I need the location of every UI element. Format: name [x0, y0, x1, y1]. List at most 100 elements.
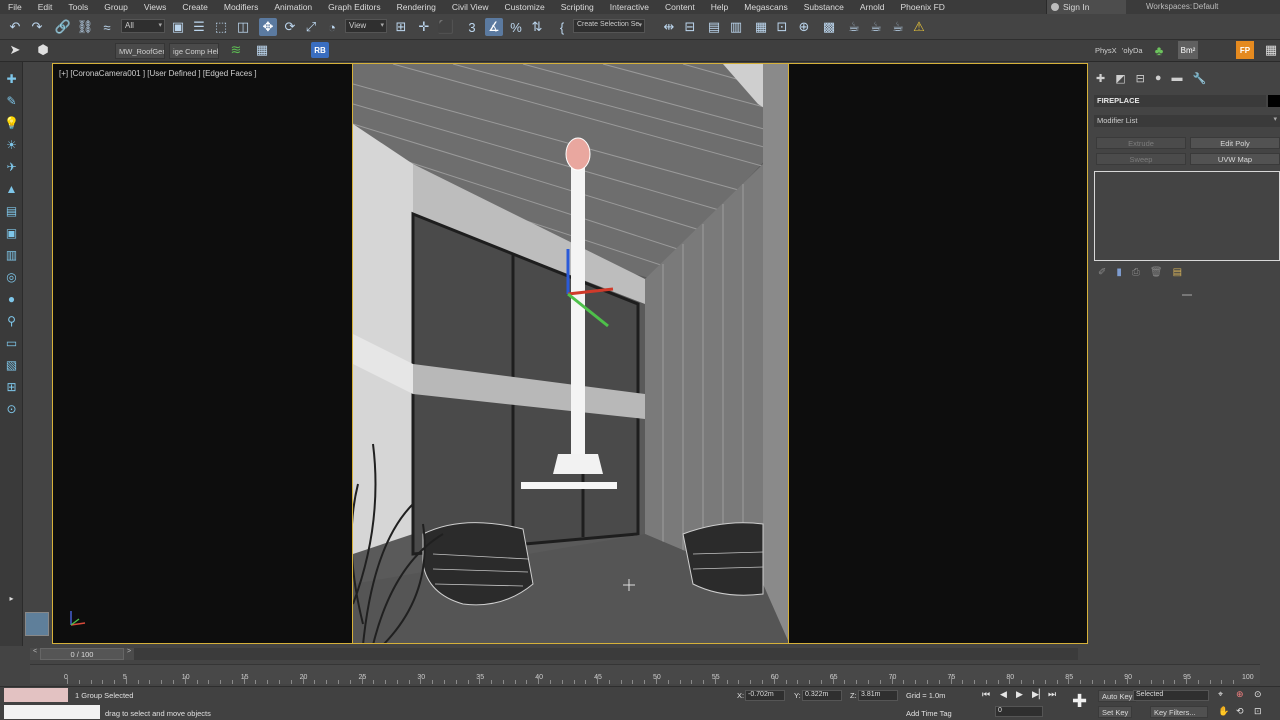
select-tool-icon[interactable]: ➤ — [6, 41, 24, 59]
sweep-button[interactable]: Sweep — [1096, 153, 1186, 165]
motion-tab-icon[interactable]: ● — [1155, 72, 1162, 84]
set-key-plus-icon[interactable]: ✚ — [1072, 691, 1087, 712]
render-setup-icon[interactable]: ▩ — [820, 18, 838, 36]
toggle-ribbon-icon[interactable]: ▥ — [727, 18, 745, 36]
configure-sets-icon[interactable]: ▤ — [1173, 267, 1182, 281]
render-iterative-icon[interactable]: ☕ — [889, 18, 907, 36]
physx-button[interactable]: PhysX — [1092, 43, 1118, 59]
menu-tools[interactable]: Tools — [60, 2, 96, 12]
modifier-list-dropdown[interactable]: Modifier List — [1094, 115, 1280, 127]
paint-icon[interactable]: ✎ — [3, 92, 20, 109]
sphere-icon[interactable]: ● — [3, 290, 20, 307]
layers-icon[interactable]: ≋ — [227, 41, 245, 59]
menu-help[interactable]: Help — [703, 2, 736, 12]
schematic-view-icon[interactable]: ⊡ — [773, 18, 791, 36]
menu-megascans[interactable]: Megascans — [736, 2, 795, 12]
pan-icon[interactable]: ✋ — [1218, 706, 1229, 717]
snaps-toggle-icon[interactable]: 3 — [463, 18, 481, 36]
edit-named-selection-icon[interactable]: { — [553, 18, 571, 36]
viewport-layout-button[interactable] — [25, 612, 49, 636]
menu-create[interactable]: Create — [174, 2, 216, 12]
create-icon[interactable]: ✚ — [3, 70, 20, 87]
menu-file[interactable]: File — [0, 2, 30, 12]
viewport[interactable]: [+] [CoronaCamera001 ] [User Defined ] [… — [52, 63, 1088, 644]
edit-poly-button[interactable]: Edit Poly — [1190, 137, 1280, 149]
add-time-tag[interactable]: Add Time Tag — [906, 709, 952, 718]
layout-icon[interactable]: ⊞ — [3, 378, 20, 395]
align-icon[interactable]: ⊟ — [681, 18, 699, 36]
hierarchy-tab-icon[interactable]: ⊟ — [1136, 72, 1145, 85]
tab-mw-roofgen[interactable]: MW_RoofGen — [115, 43, 165, 59]
modify-tab-icon[interactable]: ◩ — [1115, 72, 1125, 85]
go-to-start-icon[interactable]: ⏮ — [982, 689, 990, 700]
select-scale-icon[interactable]: ⤢ — [302, 18, 320, 36]
menu-content[interactable]: Content — [657, 2, 703, 12]
unlink-icon[interactable]: ⛓ — [76, 18, 94, 36]
fp-button[interactable]: FP — [1236, 41, 1254, 59]
rb-badge[interactable]: RB — [311, 42, 329, 58]
place-icon[interactable]: ◔ — [323, 18, 341, 36]
make-unique-icon[interactable]: ⎙ — [1132, 267, 1140, 281]
menu-modifiers[interactable]: Modifiers — [216, 2, 266, 12]
menu-scripting[interactable]: Scripting — [553, 2, 602, 12]
object-color-swatch[interactable] — [1268, 95, 1280, 107]
auto-key-button[interactable]: Auto Key — [1098, 690, 1137, 702]
key-filters-button[interactable]: Key Filters... — [1150, 706, 1208, 718]
object-name-field[interactable]: FIREPLACE — [1094, 95, 1266, 107]
go-to-end-icon[interactable]: ⏭ — [1048, 689, 1056, 700]
mirror-icon[interactable]: ⇹ — [660, 18, 678, 36]
material-editor-icon[interactable]: ⊕ — [795, 18, 813, 36]
menu-group[interactable]: Group — [96, 2, 136, 12]
key-mode-dropdown[interactable]: Selected — [1133, 690, 1209, 701]
frame-icon[interactable]: ▭ — [3, 334, 20, 351]
named-selection-dropdown[interactable]: Create Selection Se — [573, 19, 645, 33]
next-frame-icon[interactable]: ▶▏ — [1032, 689, 1046, 700]
keyboard-shortcut-icon[interactable]: ⬛ — [437, 18, 455, 36]
workspaces-dropdown[interactable]: Default — [1193, 2, 1218, 11]
set-key-button[interactable]: Set Key — [1098, 706, 1133, 718]
next-frame-arrow-icon[interactable]: > — [124, 648, 134, 660]
box-icon[interactable]: ▣ — [3, 224, 20, 241]
rendered-frame-icon[interactable]: ☕ — [845, 18, 863, 36]
viewport-label[interactable]: [+] [CoronaCamera001 ] [User Defined ] [… — [59, 69, 257, 78]
isolate-icon[interactable]: ⊕ — [1236, 689, 1244, 700]
menu-graph-editors[interactable]: Graph Editors — [320, 2, 388, 12]
display-tab-icon[interactable]: ▬ — [1172, 72, 1183, 84]
expand-arrow-icon[interactable]: ▸ — [3, 590, 20, 607]
time-config-icon[interactable]: ⌖ — [1218, 689, 1223, 700]
undo-icon[interactable]: ↶ — [6, 18, 24, 36]
select-rotate-icon[interactable]: ⟳ — [281, 18, 299, 36]
utilities-tab-icon[interactable]: 🔧 — [1193, 72, 1207, 85]
torus-icon[interactable]: ◎ — [3, 268, 20, 285]
bind-spacewarp-icon[interactable]: ≈ — [98, 18, 116, 36]
menu-rendering[interactable]: Rendering — [389, 2, 444, 12]
z-coord-field[interactable]: 3.81m — [858, 690, 898, 701]
light-icon[interactable]: ⚲ — [3, 312, 20, 329]
plane-icon[interactable]: ▧ — [3, 356, 20, 373]
link-icon[interactable]: 🔗 — [54, 18, 72, 36]
pivot-center-icon[interactable]: ⊞ — [392, 18, 410, 36]
maximize-viewport-icon[interactable]: ⊡ — [1254, 706, 1262, 717]
menu-interactive[interactable]: Interactive — [602, 2, 657, 12]
y-coord-field[interactable]: 0.322m — [802, 690, 842, 701]
polyda-button[interactable]: 'olyDa — [1119, 43, 1145, 59]
menu-substance[interactable]: Substance — [796, 2, 852, 12]
cone-icon[interactable]: ▲ — [3, 180, 20, 197]
panel-icon[interactable]: ▤ — [3, 202, 20, 219]
menu-views[interactable]: Views — [136, 2, 175, 12]
play-icon[interactable]: ▶ — [1016, 689, 1023, 700]
window-crossing-icon[interactable]: ◫ — [234, 18, 252, 36]
select-by-name-icon[interactable]: ☰ — [190, 18, 208, 36]
create-tab-icon[interactable]: ✚ — [1096, 72, 1105, 85]
x-coord-field[interactable]: -0.702m — [745, 690, 785, 701]
select-move-icon[interactable]: ✥ — [259, 18, 277, 36]
track-bar[interactable]: 0510152025303540455055606570758085909510… — [30, 664, 1260, 684]
orbit-icon[interactable]: ⟲ — [1236, 706, 1244, 717]
render-production-icon[interactable]: ☕ — [867, 18, 885, 36]
menu-edit[interactable]: Edit — [30, 2, 61, 12]
maxscript-listener-mini[interactable] — [4, 688, 68, 702]
remove-modifier-icon[interactable]: 🗑 — [1150, 267, 1163, 281]
angle-snap-icon[interactable]: ∡ — [485, 18, 503, 36]
warning-icon[interactable]: ⚠ — [910, 18, 928, 36]
cylinder-icon[interactable]: ▥ — [3, 246, 20, 263]
